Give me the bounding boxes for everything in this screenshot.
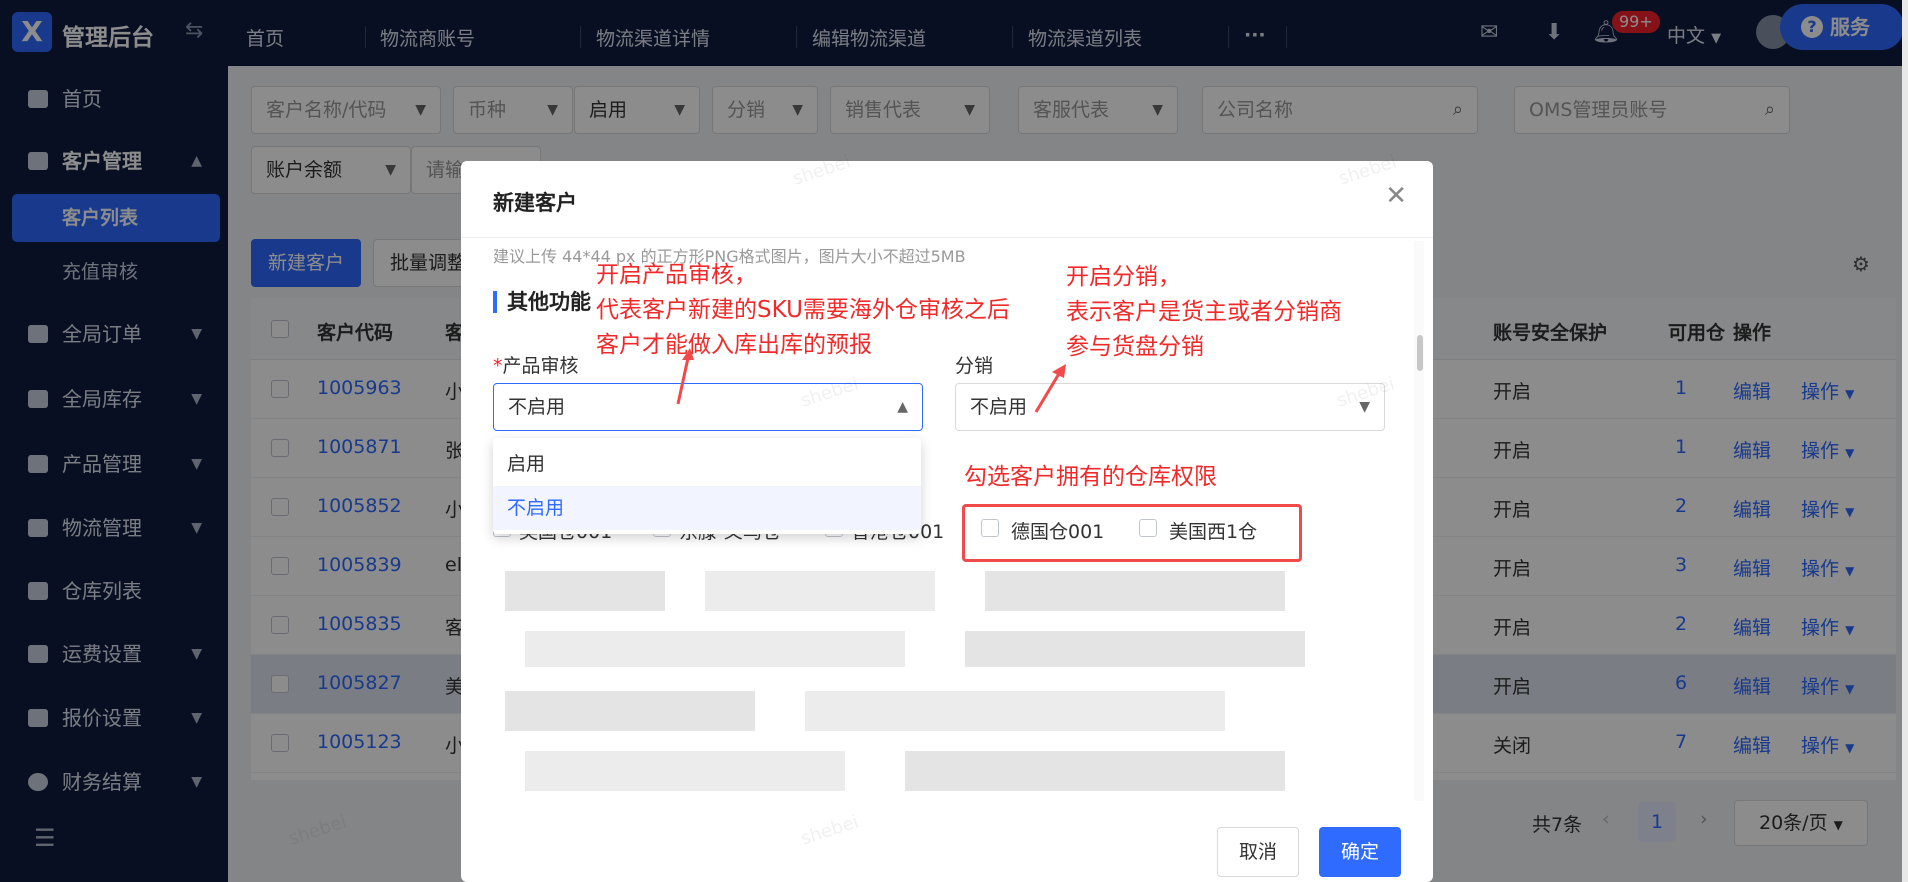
annotation-arrow xyxy=(676,357,690,405)
app-root: X 管理后台 ⇆ 首页 物流商账号 物流渠道详情 编辑物流渠道 物流渠道列表 ·… xyxy=(0,0,1908,882)
annotation-arrow xyxy=(1034,371,1062,413)
arrow-head xyxy=(682,348,694,360)
annotation-arrows xyxy=(676,348,1066,413)
page-scrollbar[interactable] xyxy=(1902,0,1908,882)
